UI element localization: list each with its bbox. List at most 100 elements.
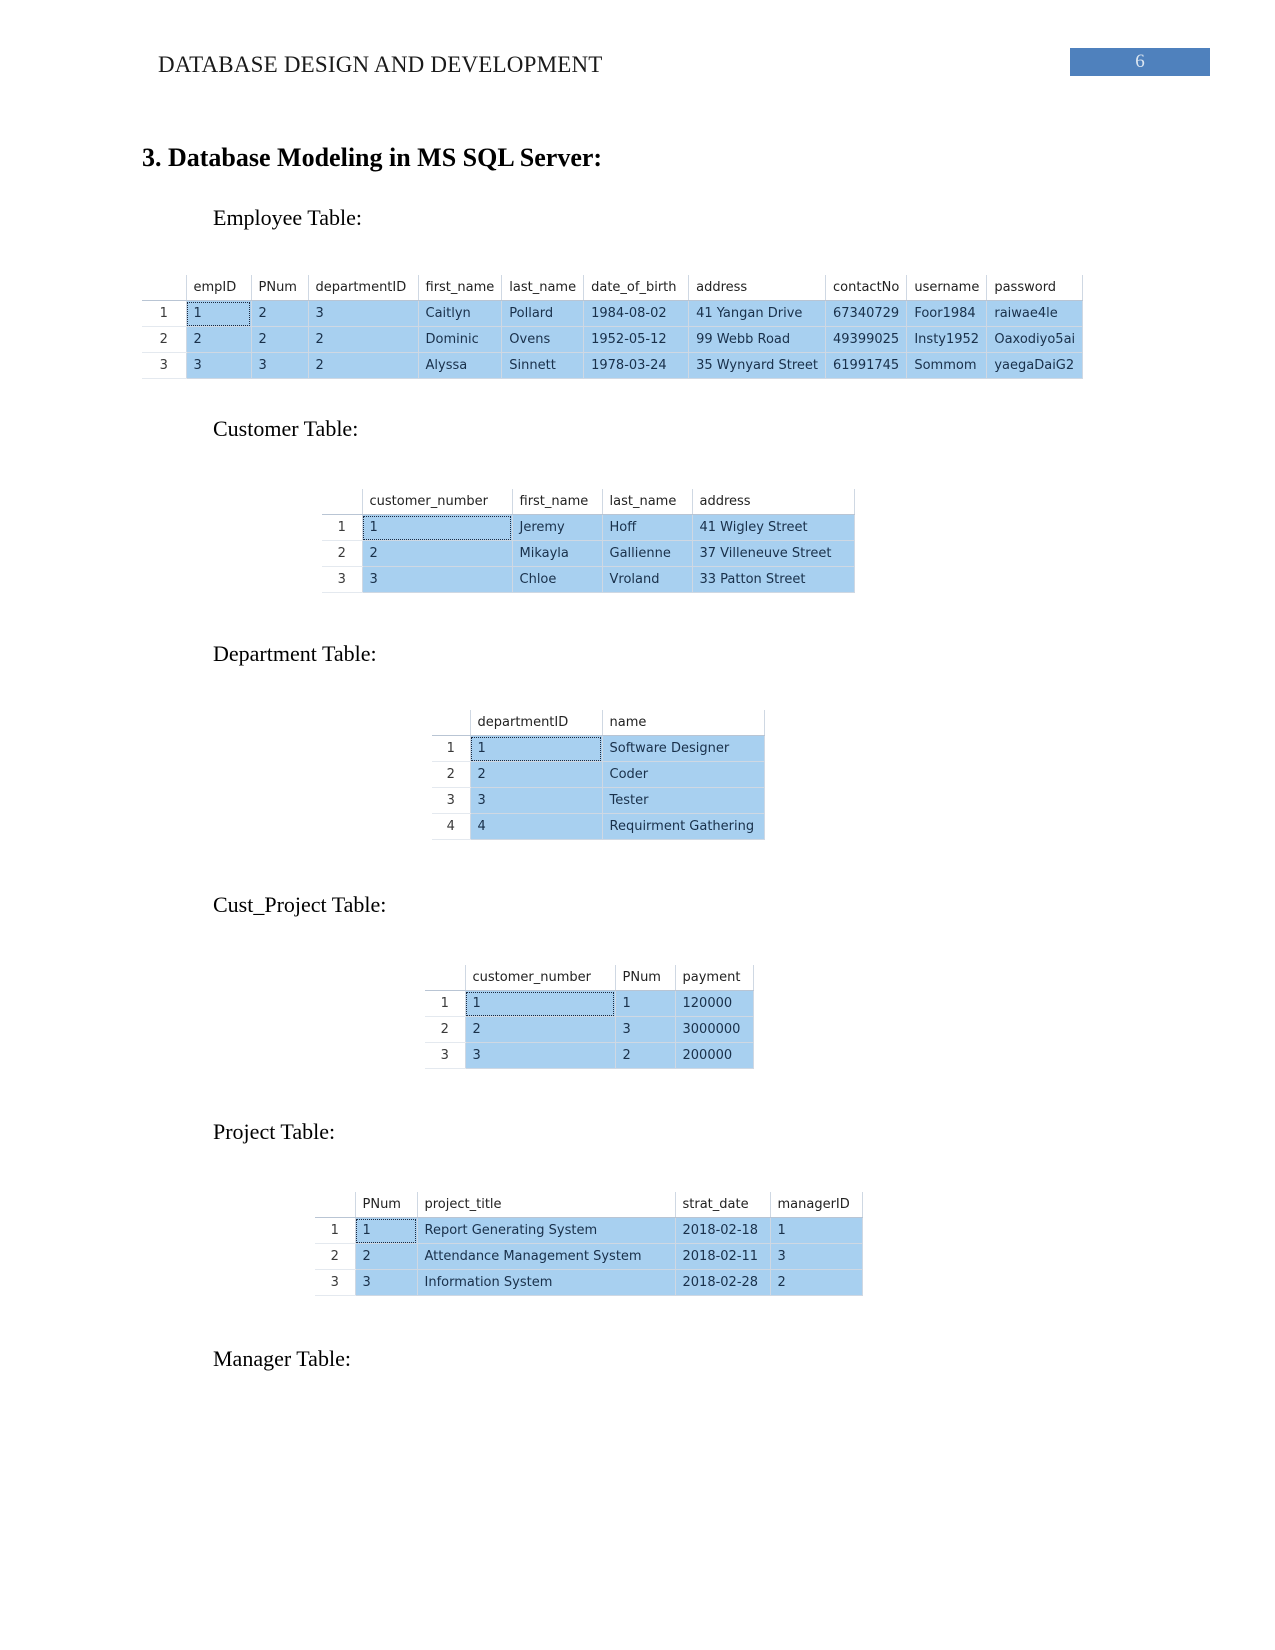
- cell-pnum[interactable]: 1: [615, 990, 676, 1017]
- table-row[interactable]: 4 4 Requirment Gathering: [432, 813, 765, 840]
- cell-empid[interactable]: 1: [186, 300, 252, 327]
- column-header-first-name[interactable]: first_name: [418, 275, 503, 301]
- table-row[interactable]: 3 3 3 2 Alyssa Sinnett 1978-03-24 35 Wynyard St…: [142, 352, 1084, 379]
- cell-contactno[interactable]: 67340729: [825, 300, 908, 327]
- cell-customer-number[interactable]: 3: [362, 566, 513, 593]
- table-row[interactable]: 3 3 2 200000: [425, 1042, 754, 1069]
- cell-pnum[interactable]: 2: [251, 326, 309, 353]
- cell-managerid[interactable]: 3: [770, 1243, 863, 1270]
- cell-password[interactable]: raiwae4le: [986, 300, 1084, 327]
- cell-contactno[interactable]: 49399025: [825, 326, 908, 353]
- cell-project-title[interactable]: Attendance Management System: [417, 1243, 676, 1270]
- cell-address[interactable]: 37 Villeneuve Street: [692, 540, 855, 567]
- column-header-managerid[interactable]: managerID: [770, 1192, 863, 1218]
- cell-customer-number[interactable]: 1: [362, 514, 513, 541]
- table-row[interactable]: 2 2 Coder: [432, 761, 765, 788]
- cell-pnum[interactable]: 3: [251, 352, 309, 379]
- row-header-cell[interactable]: 3: [315, 1269, 356, 1296]
- cell-username[interactable]: Foor1984: [906, 300, 988, 327]
- column-header-strat-date[interactable]: strat_date: [675, 1192, 771, 1218]
- cell-last-name[interactable]: Hoff: [602, 514, 693, 541]
- column-header-pnum[interactable]: PNum: [615, 965, 676, 991]
- row-header-cell[interactable]: 2: [142, 326, 187, 353]
- cell-name[interactable]: Coder: [602, 761, 765, 788]
- column-header-pnum[interactable]: PNum: [355, 1192, 418, 1218]
- cell-password[interactable]: yaegaDaiG2: [986, 352, 1084, 379]
- column-header-pnum[interactable]: PNum: [251, 275, 309, 301]
- cell-name[interactable]: Tester: [602, 787, 765, 814]
- table-row[interactable]: 1 1 Report Generating System 2018-02-18 1: [315, 1217, 863, 1244]
- table-row[interactable]: 3 3 Chloe Vroland 33 Patton Street: [322, 566, 855, 593]
- cell-last-name[interactable]: Pollard: [501, 300, 585, 327]
- column-header-password[interactable]: password: [986, 275, 1084, 301]
- column-header-last-name[interactable]: last_name: [501, 275, 585, 301]
- cell-date-of-birth[interactable]: 1978-03-24: [583, 352, 690, 379]
- column-header-last-name[interactable]: last_name: [602, 489, 693, 515]
- row-header-cell[interactable]: 3: [432, 787, 471, 814]
- table-row[interactable]: 1 1 Jeremy Hoff 41 Wigley Street: [322, 514, 855, 541]
- cell-departmentid[interactable]: 2: [308, 352, 419, 379]
- row-header-cell[interactable]: 1: [322, 514, 363, 541]
- cell-managerid[interactable]: 1: [770, 1217, 863, 1244]
- table-row[interactable]: 1 1 1 120000: [425, 990, 754, 1017]
- cell-last-name[interactable]: Vroland: [602, 566, 693, 593]
- cell-address[interactable]: 41 Wigley Street: [692, 514, 855, 541]
- cell-departmentid[interactable]: 2: [470, 761, 603, 788]
- column-header-payment[interactable]: payment: [675, 965, 754, 991]
- cell-address[interactable]: 35 Wynyard Street: [688, 352, 827, 379]
- cell-username[interactable]: Sommom: [906, 352, 988, 379]
- cell-empid[interactable]: 3: [186, 352, 252, 379]
- cell-departmentid[interactable]: 1: [470, 735, 603, 762]
- column-header-address[interactable]: address: [688, 275, 827, 301]
- cell-departmentid[interactable]: 3: [470, 787, 603, 814]
- column-header-name[interactable]: name: [602, 710, 765, 736]
- table-row[interactable]: 2 2 Mikayla Gallienne 37 Villeneuve Street: [322, 540, 855, 567]
- row-header-cell[interactable]: 1: [432, 735, 471, 762]
- table-row[interactable]: 2 2 3 3000000: [425, 1016, 754, 1043]
- row-header-cell[interactable]: 1: [315, 1217, 356, 1244]
- column-header-address[interactable]: address: [692, 489, 855, 515]
- cell-pnum[interactable]: 3: [355, 1269, 418, 1296]
- cell-pnum[interactable]: 2: [355, 1243, 418, 1270]
- row-header-cell[interactable]: 3: [142, 352, 187, 379]
- column-header-first-name[interactable]: first_name: [512, 489, 603, 515]
- cell-customer-number[interactable]: 2: [362, 540, 513, 567]
- cell-departmentid[interactable]: 4: [470, 813, 603, 840]
- grid-corner-cell[interactable]: [142, 275, 187, 301]
- cell-last-name[interactable]: Ovens: [501, 326, 585, 353]
- column-header-customer-number[interactable]: customer_number: [362, 489, 513, 515]
- grid-corner-cell[interactable]: [315, 1192, 356, 1218]
- row-header-cell[interactable]: 4: [432, 813, 471, 840]
- cell-payment[interactable]: 200000: [675, 1042, 754, 1069]
- table-row[interactable]: 2 2 Attendance Management System 2018-02-11…: [315, 1243, 863, 1270]
- cell-password[interactable]: Oaxodiyo5ai: [986, 326, 1084, 353]
- table-row[interactable]: 3 3 Tester: [432, 787, 765, 814]
- cell-payment[interactable]: 3000000: [675, 1016, 754, 1043]
- row-header-cell[interactable]: 2: [425, 1016, 466, 1043]
- cell-pnum[interactable]: 1: [355, 1217, 418, 1244]
- grid-corner-cell[interactable]: [322, 489, 363, 515]
- cell-first-name[interactable]: Dominic: [418, 326, 503, 353]
- cell-strat-date[interactable]: 2018-02-28: [675, 1269, 771, 1296]
- cell-name[interactable]: Requirment Gathering: [602, 813, 765, 840]
- grid-corner-cell[interactable]: [432, 710, 471, 736]
- cell-customer-number[interactable]: 1: [465, 990, 616, 1017]
- cell-project-title[interactable]: Report Generating System: [417, 1217, 676, 1244]
- cell-departmentid[interactable]: 2: [308, 326, 419, 353]
- column-header-departmentid[interactable]: departmentID: [308, 275, 419, 301]
- table-row[interactable]: 2 2 2 2 Dominic Ovens 1952-05-12 99 Webb Road 49…: [142, 326, 1084, 353]
- cell-address[interactable]: 41 Yangan Drive: [688, 300, 827, 327]
- grid-corner-cell[interactable]: [425, 965, 466, 991]
- column-header-customer-number[interactable]: customer_number: [465, 965, 616, 991]
- row-header-cell[interactable]: 1: [142, 300, 187, 327]
- cell-first-name[interactable]: Caitlyn: [418, 300, 503, 327]
- cell-address[interactable]: 33 Patton Street: [692, 566, 855, 593]
- cell-project-title[interactable]: Information System: [417, 1269, 676, 1296]
- cell-first-name[interactable]: Mikayla: [512, 540, 603, 567]
- cell-strat-date[interactable]: 2018-02-11: [675, 1243, 771, 1270]
- cell-pnum[interactable]: 2: [615, 1042, 676, 1069]
- row-header-cell[interactable]: 2: [432, 761, 471, 788]
- column-header-contactno[interactable]: contactNo: [825, 275, 908, 301]
- cell-name[interactable]: Software Designer: [602, 735, 765, 762]
- column-header-project-title[interactable]: project_title: [417, 1192, 676, 1218]
